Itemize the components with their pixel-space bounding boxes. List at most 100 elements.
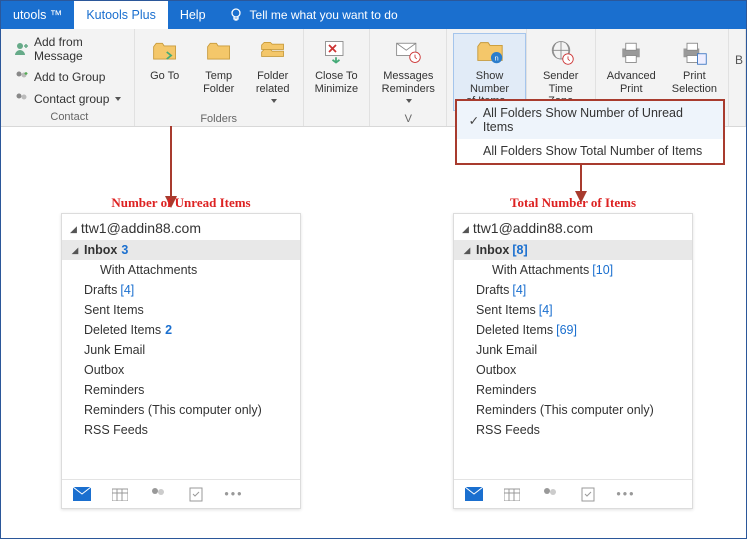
close-minimize-icon [320,36,352,68]
nav-more-icon[interactable]: ••• [616,486,636,502]
folder-item-label: Reminders [476,383,536,397]
add-from-message-button[interactable]: Add from Message [11,33,128,65]
folder-item-label: Deleted Items [476,323,553,337]
checkmark-icon: ✓ [465,113,483,128]
nav-people-icon[interactable] [148,486,168,502]
folder-item-label: RSS Feeds [476,423,540,437]
folder-item-label: Sent Items [476,303,536,317]
nav-mail-icon[interactable] [72,486,92,502]
show-number-dropdown: ✓ All Folders Show Number of Unread Item… [455,99,725,165]
temp-folder-label: Temp Folder [203,70,234,95]
nav-calendar-icon[interactable] [502,486,522,502]
folder-item-label: Reminders [84,383,144,397]
close-to-minimize-button[interactable]: Close To Minimize [310,33,363,98]
folder-item[interactable]: Outbox [62,360,300,380]
add-to-group-label: Add to Group [34,70,105,84]
dropdown-unread-items[interactable]: ✓ All Folders Show Number of Unread Item… [457,101,723,139]
temp-folder-button[interactable]: Temp Folder [195,33,243,111]
nav-calendar-icon[interactable] [110,486,130,502]
folder-item[interactable]: Drafts[4] [62,280,300,300]
folder-item-label: Drafts [476,283,509,297]
folder-item[interactable]: Sent Items[4] [454,300,692,320]
account-right[interactable]: ttw1@addin88.com [454,214,692,240]
tab-kutools-plus[interactable]: Kutools Plus [74,1,167,29]
person-plus-icon [14,41,30,57]
folder-item[interactable]: Junk Email [62,340,300,360]
folder-item-label: Reminders (This computer only) [476,403,654,417]
folder-item[interactable]: Drafts[4] [454,280,692,300]
folder-item[interactable]: Reminders (This computer only) [62,400,300,420]
folder-list-left: Inbox3 With Attachments Drafts[4] Sent Item… [62,240,300,440]
svg-text:n: n [494,53,498,62]
folder-item-label: Junk Email [84,343,145,357]
nav-mail-icon[interactable] [464,486,484,502]
contact-group-button[interactable]: Contact group [11,89,128,109]
tell-me-search[interactable]: Tell me what you want to do [218,1,398,29]
contact-group-label: Contact group [34,92,109,106]
folder-item[interactable]: Reminders [454,380,692,400]
folder-item-label: Junk Email [476,343,537,357]
folder-list-icon [257,36,289,68]
folder-item[interactable]: Outbox [454,360,692,380]
folder-pane-total: Total Number of Items ttw1@addin88.com I… [453,213,693,509]
add-to-group-button[interactable]: Add to Group [11,67,128,87]
ribbon-tabs: utools ™ Kutools Plus Help Tell me what … [1,1,746,29]
chevron-down-icon [406,99,412,103]
folder-item[interactable]: Inbox3 [62,240,300,260]
nav-tasks-icon[interactable] [186,486,206,502]
nav-more-icon[interactable]: ••• [224,486,244,502]
advanced-print-label: Advanced Print [607,70,656,95]
go-to-button[interactable]: Go To [141,33,189,111]
folder-item-count: [4] [539,303,553,317]
nav-tasks-icon[interactable] [578,486,598,502]
mail-clock-icon [392,36,424,68]
folder-badge-icon: n [474,36,506,68]
tell-me-label: Tell me what you want to do [250,8,398,22]
folder-item[interactable]: With Attachments [62,260,300,280]
group-folders-label: Folders [141,111,297,128]
folder-item-label: Sent Items [84,303,144,317]
group-plus-icon [14,69,30,85]
chevron-down-icon [271,99,277,103]
folder-item-label: With Attachments [100,263,197,277]
folder-related-label: Folder related [254,70,292,108]
folder-item-count: 2 [165,323,172,337]
folder-item-label: RSS Feeds [84,423,148,437]
folder-pane-unread: Number of Unread Items ttw1@addin88.com … [61,213,301,509]
print-selection-button[interactable]: Print Selection [667,33,722,98]
globe-clock-icon [545,36,577,68]
add-from-message-label: Add from Message [34,35,125,63]
tab-help[interactable]: Help [168,1,218,29]
folder-item[interactable]: Deleted Items[69] [454,320,692,340]
folder-item[interactable]: With Attachments[10] [454,260,692,280]
folder-item-count: [10] [592,263,613,277]
advanced-print-button[interactable]: Advanced Print [602,33,661,98]
folder-item[interactable]: Reminders (This computer only) [454,400,692,420]
folder-item[interactable]: RSS Feeds [454,420,692,440]
folder-item-label: Reminders (This computer only) [84,403,262,417]
messages-reminders-button[interactable]: Messages Reminders [376,33,440,111]
folder-item[interactable]: Junk Email [454,340,692,360]
folder-related-button[interactable]: Folder related [249,33,297,111]
folder-item-label: With Attachments [492,263,589,277]
printer-select-icon [678,36,710,68]
print-selection-label: Print Selection [672,70,717,95]
folder-item-label: Outbox [476,363,516,377]
chevron-down-icon [115,97,121,101]
folder-item-count: [4] [512,283,526,297]
account-left[interactable]: ttw1@addin88.com [62,214,300,240]
dropdown-total-items[interactable]: All Folders Show Total Number of Items [457,139,723,163]
folder-item[interactable]: Reminders [62,380,300,400]
folder-item[interactable]: RSS Feeds [62,420,300,440]
folder-item-count: [8] [512,243,527,257]
nav-people-icon[interactable] [540,486,560,502]
folder-item-label: Outbox [84,363,124,377]
group-v-label: V [376,111,440,128]
folder-item[interactable]: Deleted Items2 [62,320,300,340]
folder-goto-icon [149,36,181,68]
tab-kutools[interactable]: utools ™ [1,1,74,29]
folder-item-label: Drafts [84,283,117,297]
folder-item-count: [69] [556,323,577,337]
folder-item[interactable]: Inbox[8] [454,240,692,260]
folder-item[interactable]: Sent Items [62,300,300,320]
